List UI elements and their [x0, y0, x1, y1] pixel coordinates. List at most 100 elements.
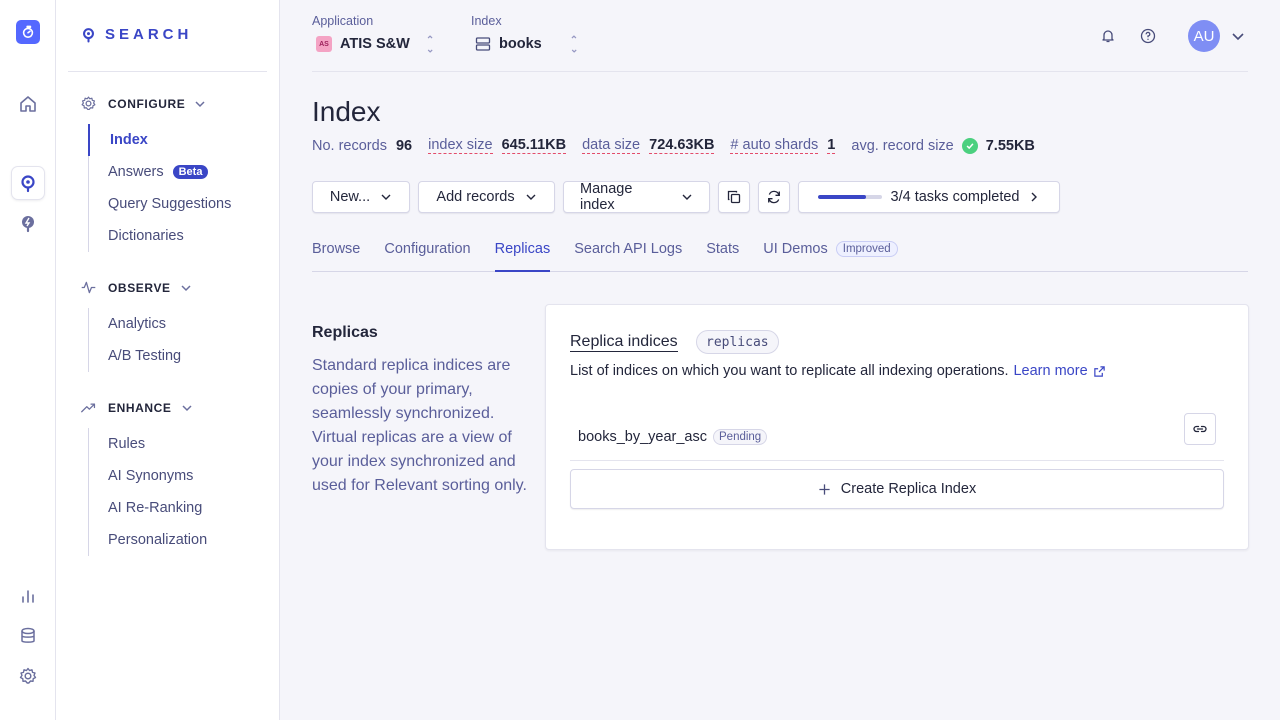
records-value: 96 [395, 137, 413, 154]
tab-label: Configuration [384, 241, 471, 257]
index-stats: No. records 96 index size 645.11KB data … [312, 137, 1051, 154]
brand: SEARCH [82, 26, 192, 43]
tab-label: Replicas [494, 241, 551, 257]
search-logo-icon [83, 27, 94, 43]
avg-record-size-label: avg. record size [851, 137, 954, 154]
chevron-right-icon [1031, 192, 1038, 202]
chevron-down-icon[interactable] [1230, 28, 1246, 44]
algolia-logo-icon[interactable] [16, 20, 40, 44]
card-description-text: List of indices on which you want to rep… [570, 363, 1009, 379]
new-button-label: New... [329, 189, 371, 205]
section-label: CONFIGURE [108, 96, 186, 111]
sidebar-item-label: AI Synonyms [108, 468, 194, 484]
application-selector[interactable]: Application AS ATIS S&W ⌃ ⌃ [312, 14, 435, 54]
tab-stats[interactable]: Stats [706, 240, 739, 272]
sidebar-item-index[interactable]: Index [88, 124, 231, 156]
copy-icon [727, 190, 741, 204]
section-configure[interactable]: CONFIGURE [80, 95, 206, 112]
generative-ai-icon[interactable] [12, 207, 44, 239]
tab-search-api-logs[interactable]: Search API Logs [574, 240, 682, 272]
bell-icon[interactable] [1098, 26, 1118, 46]
shards-value: 1 [827, 137, 836, 154]
add-records-button[interactable]: Add records [418, 181, 555, 213]
configure-items: Index Answers Beta Query Suggestions Dict… [88, 124, 231, 252]
search-product-icon[interactable] [12, 167, 44, 199]
tab-label: Stats [706, 241, 740, 257]
index-selector[interactable]: Index books ⌃ ⌃ [471, 14, 579, 54]
index-size-value: 645.11KB [501, 137, 567, 154]
manage-index-label: Manage index [580, 181, 633, 213]
brand-name: SEARCH [105, 26, 193, 43]
top-bar: Application AS ATIS S&W ⌃ ⌃ Index books ⌃… [312, 0, 1248, 72]
updown-chevron-icon: ⌃ ⌃ [569, 35, 579, 54]
data-size-value: 724.63KB [649, 137, 715, 154]
sidebar-item-label: Query Suggestions [108, 196, 232, 212]
tasks-label: 3/4 tasks completed [890, 189, 1020, 205]
improved-badge: Improved [835, 241, 898, 257]
tab-label: UI Demos [763, 241, 828, 257]
status-badge: Pending [713, 429, 768, 445]
chevron-down-icon [526, 194, 536, 200]
tasks-progress-fill [817, 195, 866, 199]
add-records-label: Add records [436, 189, 515, 205]
section-observe[interactable]: OBSERVE [80, 279, 192, 296]
tab-replicas[interactable]: Replicas [494, 240, 551, 272]
sidebar-item-ai-synonyms[interactable]: AI Synonyms [89, 460, 207, 492]
index-label: Index [471, 14, 502, 28]
sidebar-item-dictionaries[interactable]: Dictionaries [89, 220, 231, 252]
sidebar-item-label: A/B Testing [108, 348, 182, 364]
trend-icon [81, 403, 96, 413]
create-replica-button[interactable]: Create Replica Index [570, 469, 1224, 509]
section-label: OBSERVE [108, 280, 171, 295]
pulse-icon [81, 281, 96, 294]
refresh-button[interactable] [758, 181, 790, 213]
link-button[interactable] [1184, 413, 1216, 445]
plus-icon [819, 483, 830, 495]
observe-items: Analytics A/B Testing [88, 308, 181, 372]
refresh-icon [768, 190, 780, 204]
avatar[interactable]: AU [1188, 20, 1220, 52]
manage-index-button[interactable]: Manage index [563, 181, 710, 213]
sidebar-item-analytics[interactable]: Analytics [89, 308, 181, 340]
copy-button[interactable] [718, 181, 750, 213]
new-button[interactable]: New... [312, 181, 410, 213]
settings-icon[interactable] [12, 660, 44, 692]
sidebar-item-ab-testing[interactable]: A/B Testing [89, 340, 181, 372]
card-title: Replica indices [570, 333, 678, 352]
application-value: ATIS S&W [340, 36, 410, 52]
section-enhance[interactable]: ENHANCE [80, 399, 193, 416]
sidebar-item-answers[interactable]: Answers Beta [89, 156, 231, 188]
replicas-section-title: Replicas [312, 324, 378, 341]
home-icon[interactable] [12, 88, 44, 120]
tasks-progress-button[interactable]: 3/4 tasks completed [798, 181, 1060, 213]
gear-icon [81, 96, 96, 111]
tab-configuration[interactable]: Configuration [384, 240, 470, 272]
data-sources-icon[interactable] [12, 620, 44, 652]
help-icon[interactable] [1138, 26, 1158, 46]
chevron-down-icon [381, 194, 391, 200]
create-replica-label: Create Replica Index [840, 481, 977, 497]
shards-label[interactable]: # auto shards [730, 137, 819, 154]
analytics-bars-icon[interactable] [12, 580, 44, 612]
sidebar-item-label: Answers [108, 164, 164, 180]
sidebar-item-rules[interactable]: Rules [89, 428, 207, 460]
application-badge: AS [316, 36, 332, 52]
tab-ui-demos[interactable]: UI Demos Improved [763, 240, 898, 272]
search-sidebar: SEARCH CONFIGURE Index Answers Beta Query… [56, 0, 280, 720]
tab-browse[interactable]: Browse [312, 240, 360, 272]
sidebar-item-personalization[interactable]: Personalization [89, 524, 207, 556]
main-content: Application AS ATIS S&W ⌃ ⌃ Index books ⌃… [280, 0, 1280, 720]
updown-chevron-icon: ⌃ ⌃ [425, 35, 435, 54]
index-size-label[interactable]: index size [428, 137, 493, 154]
sidebar-item-ai-reranking[interactable]: AI Re-Ranking [89, 492, 207, 524]
data-size-label[interactable]: data size [582, 137, 641, 154]
product-rail [0, 0, 56, 720]
sidebar-item-label: Index [110, 132, 148, 148]
learn-more-link[interactable]: Learn more [1013, 363, 1105, 379]
enhance-items: Rules AI Synonyms AI Re-Ranking Personal… [88, 428, 207, 556]
records-label: No. records [312, 137, 387, 154]
sidebar-item-query-suggestions[interactable]: Query Suggestions [89, 188, 231, 220]
check-circle-icon [961, 137, 978, 154]
replica-row: books_by_year_asc Pending [570, 413, 1224, 461]
replica-name: books_by_year_asc [578, 429, 707, 445]
